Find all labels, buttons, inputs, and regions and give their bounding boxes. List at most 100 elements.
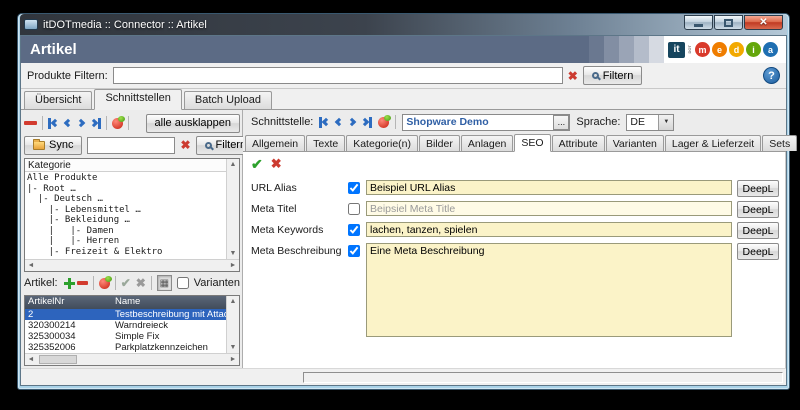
detail-tab-strip: Allgemein Texte Kategorie(n) Bilder Anla… (243, 134, 786, 152)
meta-keywords-input[interactable] (366, 222, 732, 237)
remove-article-icon[interactable] (77, 281, 87, 285)
nav-next-button[interactable] (77, 119, 85, 127)
remove-icon[interactable] (24, 121, 37, 125)
meta-titel-checkbox[interactable] (348, 203, 360, 215)
product-filter-bar: Produkte Filtern: ✖ Filtern ? (21, 63, 786, 89)
tree-horizontal-scrollbar[interactable]: ◄ ► (25, 259, 239, 271)
connector-sync-icon[interactable] (112, 118, 123, 129)
separator (128, 116, 129, 130)
deepl-button[interactable]: DeepL (737, 222, 779, 239)
product-filter-input[interactable] (113, 67, 563, 84)
clear-category-filter-icon[interactable]: ✖ (180, 139, 190, 151)
separator (395, 115, 396, 129)
connector-value: Shopware Demo (403, 116, 553, 128)
nav-last-button[interactable] (362, 117, 372, 128)
maximize-button[interactable] (714, 15, 743, 30)
table-row[interactable]: 320300214 Warndreieck (25, 320, 226, 331)
deepl-button[interactable]: DeepL (737, 180, 779, 197)
category-panel: alle ausklappen Sync ✖ Filtern (21, 110, 243, 368)
article-table: ArtikelNr Name 2 Testbeschreibung mit At… (24, 295, 240, 366)
varianten-checkbox[interactable] (177, 277, 189, 289)
tab-allgemein[interactable]: Allgemein (245, 135, 305, 151)
meta-beschreibung-textarea[interactable] (366, 243, 732, 337)
meta-beschreibung-checkbox[interactable] (348, 245, 360, 257)
scroll-left-icon[interactable]: ◄ (25, 260, 37, 271)
tree-vertical-scrollbar[interactable]: ▲ ▼ (226, 159, 239, 259)
scroll-up-icon[interactable]: ▲ (227, 296, 239, 307)
titlebar[interactable]: itDOTmedia :: Connector :: Artikel ✕ (20, 14, 787, 35)
deepl-button[interactable]: DeepL (737, 243, 779, 260)
scroll-down-icon[interactable]: ▼ (227, 248, 239, 259)
meta-titel-row: Meta Titel DeepL (251, 201, 779, 218)
grid-icon: ▦ (160, 278, 169, 289)
tab-texte[interactable]: Texte (306, 135, 345, 151)
tree-content[interactable]: Alle Produkte |- Root … |- Deutsch … |- … (25, 172, 226, 258)
separator (93, 276, 94, 290)
sync-button[interactable]: Sync (24, 136, 82, 155)
help-button[interactable]: ? (763, 67, 780, 84)
tab-batch-upload[interactable]: Batch Upload (184, 91, 272, 109)
table-horizontal-scrollbar[interactable]: ◄ ► (25, 353, 239, 365)
sync-folder-icon (33, 141, 45, 150)
connector-select-field[interactable]: Shopware Demo ... (402, 114, 570, 131)
table-row[interactable]: 325300034 Simple Fix (25, 331, 226, 342)
discard-icon[interactable]: ✖ (271, 158, 282, 170)
tab-seo[interactable]: SEO (514, 134, 550, 152)
tab-schnittstellen[interactable]: Schnittstellen (94, 89, 181, 110)
column-name[interactable]: Name (113, 296, 226, 309)
scroll-right-icon[interactable]: ► (227, 260, 239, 271)
variants-view-button[interactable]: ▦ (157, 275, 172, 291)
table-vertical-scrollbar[interactable]: ▲ ▼ (226, 296, 239, 353)
scroll-down-icon[interactable]: ▼ (227, 342, 239, 353)
category-toolbar: alle ausklappen (24, 112, 240, 134)
save-icon[interactable]: ✔ (251, 156, 263, 173)
tab-uebersicht[interactable]: Übersicht (24, 91, 92, 109)
scroll-right-icon[interactable]: ► (227, 354, 239, 365)
status-bar (21, 368, 786, 385)
table-row[interactable]: 325352006 Parkplatzkennzeichen (25, 342, 226, 353)
separator (115, 276, 116, 290)
table-row[interactable]: 2 Testbeschreibung mit Attachment, IMG (25, 309, 226, 320)
clear-filter-icon[interactable]: ✖ (568, 70, 578, 82)
window-title: itDOTmedia :: Connector :: Artikel (43, 19, 207, 31)
nav-next-button[interactable] (348, 118, 356, 126)
tab-anlagen[interactable]: Anlagen (461, 135, 514, 151)
url-alias-checkbox[interactable] (348, 182, 360, 194)
tab-varianten[interactable]: Varianten (606, 135, 664, 151)
nav-prev-button[interactable] (64, 119, 72, 127)
meta-titel-input[interactable] (366, 201, 732, 216)
url-alias-input[interactable] (366, 180, 732, 195)
seo-form: ✔ ✖ URL Alias DeepL Meta Titel DeepL (243, 152, 786, 368)
tab-lager-lieferzeit[interactable]: Lager & Lieferzeit (665, 135, 761, 151)
interface-sync-icon[interactable] (378, 117, 389, 128)
tab-kategorien[interactable]: Kategorie(n) (346, 135, 418, 151)
nav-first-button[interactable] (48, 118, 58, 129)
nav-last-button[interactable] (91, 118, 101, 129)
cancel-icon[interactable]: ✖ (136, 277, 146, 289)
nav-first-button[interactable] (319, 117, 329, 128)
filter-button[interactable]: Filtern (583, 66, 643, 85)
browse-button[interactable]: ... (553, 115, 569, 130)
confirm-icon[interactable]: ✔ (121, 276, 131, 290)
scroll-up-icon[interactable]: ▲ (227, 159, 239, 170)
nav-prev-button[interactable] (335, 118, 343, 126)
scroll-left-icon[interactable]: ◄ (25, 354, 37, 365)
language-select[interactable]: DE ▼ (626, 114, 674, 131)
minimize-button[interactable] (684, 15, 713, 30)
tab-bilder[interactable]: Bilder (419, 135, 460, 151)
maximize-icon (724, 19, 733, 27)
article-table-header: ArtikelNr Name (25, 296, 226, 309)
scrollbar-thumb[interactable] (39, 355, 77, 364)
close-button[interactable]: ✕ (744, 15, 783, 30)
meta-keywords-checkbox[interactable] (348, 224, 360, 236)
app-icon (24, 19, 38, 30)
deepl-button[interactable]: DeepL (737, 201, 779, 218)
expand-all-button[interactable]: alle ausklappen (146, 114, 240, 133)
search-icon (592, 72, 599, 79)
article-sync-icon[interactable] (99, 278, 110, 289)
column-artikelnr[interactable]: ArtikelNr (25, 296, 113, 309)
tab-attribute[interactable]: Attribute (552, 135, 605, 151)
tab-sets[interactable]: Sets (762, 135, 797, 151)
category-filter-input[interactable] (87, 137, 175, 154)
add-article-icon[interactable] (63, 277, 73, 289)
